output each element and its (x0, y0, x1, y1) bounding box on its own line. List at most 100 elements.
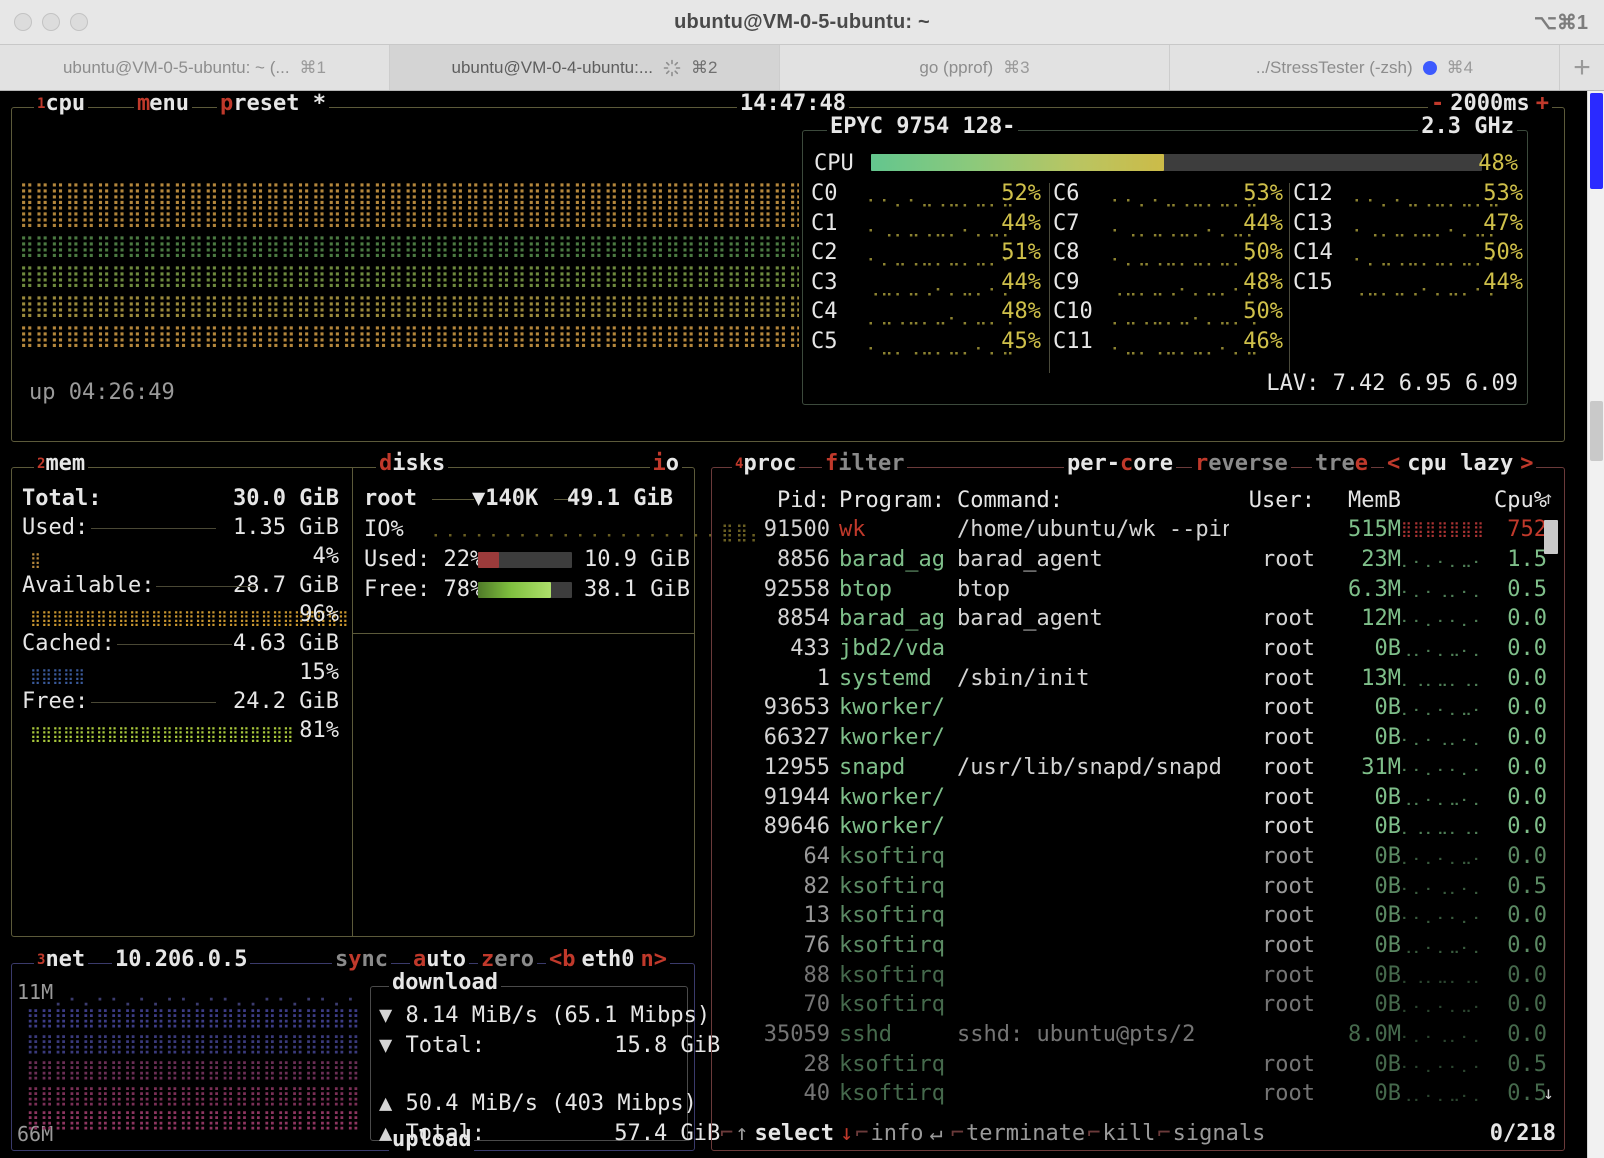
proc-user: root (1229, 606, 1325, 631)
status-up-arrow[interactable]: ↑ (735, 1121, 748, 1146)
proc-pid: 76 (727, 933, 839, 958)
net-zero-button[interactable]: zero (478, 949, 537, 971)
proc-table-row[interactable]: 88ksoftirqroot0B⡀⢀⡀⣀⡀⢀⡀0.0 (727, 960, 1551, 990)
proc-pid: 91944 (727, 785, 839, 810)
col-header-command[interactable]: Command: (957, 488, 1229, 513)
net-upload-total: ▲ Total: 57.4 GiB (379, 1123, 720, 1145)
cpu-menu-button[interactable]: menu (134, 93, 192, 115)
proc-table-row[interactable]: 40ksoftirqroot0B⢀⡀⠄⡀⣀⠄⡀0.5 (727, 1079, 1551, 1109)
proc-table-row[interactable]: 12955snapd/usr/lib/snapd/snapdroot31M⠄⠄⡀… (727, 753, 1551, 783)
disk-used-size: 10.9 GiB (584, 549, 690, 571)
proc-cpu-pct: 0.0 (1483, 785, 1551, 810)
proc-table-row[interactable]: 28ksoftirqroot0B⠄⠄⡀⠄⠄⡀⠄0.5 (727, 1049, 1551, 1079)
cpu-core-pct-c11: 46% (1243, 331, 1283, 353)
proc-sort-next[interactable]: > (1520, 453, 1533, 475)
interval-minus-button[interactable]: - (1431, 93, 1444, 115)
scroll-down-arrow-icon[interactable]: ↓ (1543, 1083, 1554, 1104)
proc-table-row[interactable]: 8856barad_agbarad_agentroot23M⡀⠄⡀⠄⡀⣀⠄1.5 (727, 545, 1551, 575)
proc-table-row[interactable]: 13ksoftirqroot0B⠄⠄⡀⠄⠄⡀⠄0.0 (727, 901, 1551, 931)
proc-tree-toggle[interactable]: tree (1312, 453, 1371, 475)
window-title: ubuntu@VM-0-5-ubuntu: ~ (0, 11, 1604, 34)
tab-1[interactable]: ubuntu@VM-0-5-ubuntu: ~ (... ⌘1 (0, 45, 390, 90)
net-box-title[interactable]: 3net (34, 949, 88, 971)
proc-reverse-toggle[interactable]: reverse (1192, 453, 1291, 475)
status-enter-arrow[interactable]: ↵ (929, 1121, 942, 1146)
new-tab-button[interactable]: + (1560, 45, 1604, 90)
proc-percore-toggle[interactable]: per-core (1064, 453, 1176, 475)
proc-table-row[interactable]: 1systemd/sbin/initroot13M⡀⢀⡀⣀⡀⢀⡀0.0 (727, 663, 1551, 693)
cpu-total-label: CPU (814, 153, 854, 175)
status-down-arrow[interactable]: ↓ (840, 1121, 853, 1146)
proc-table-row[interactable]: 8854barad_agbarad_agentroot12M⠄⠄⡀⠄⠄⡀⠄0.0 (727, 604, 1551, 634)
disks-box-title[interactable]: disks (376, 453, 448, 475)
status-kill-label[interactable]: kill (1102, 1121, 1155, 1146)
net-auto-button[interactable]: auto (410, 949, 469, 971)
col-header-pid[interactable]: Pid: (727, 488, 839, 513)
cpu-core-pct-c1: 44% (1001, 213, 1041, 235)
status-select-label[interactable]: select (755, 1121, 834, 1146)
proc-table-row[interactable]: 89646kworker/root0B⡀⢀⡀⣀⡀⢀⡀0.0 (727, 812, 1551, 842)
cpu-core-sparkline-c4: ⡀⣀⢀⣀⡀⣀⠄⡀⣀⡀⢀ (867, 308, 1015, 325)
proc-table-row[interactable]: 76ksoftirqroot0B⢀⡀⠄⡀⣀⠄⡀0.0 (727, 931, 1551, 961)
proc-table[interactable]: 91500wk/home/ubuntu/wk --pingbac515M⣿⣿⣿⣿… (727, 515, 1551, 1109)
proc-scrollbar-thumb[interactable] (1544, 520, 1558, 554)
col-header-cpu[interactable]: Cpu% (1483, 488, 1551, 513)
cpu-update-interval[interactable]: - 2000ms + (1428, 93, 1552, 115)
cpu-preset-button[interactable]: preset * (217, 93, 329, 115)
net-iface-prev[interactable]: <b (549, 949, 576, 971)
proc-sort-prev[interactable]: < (1387, 453, 1400, 475)
net-interface-selector[interactable]: <b eth0 n> (546, 949, 670, 971)
col-header-program[interactable]: Program: (839, 488, 957, 513)
mem-box-title[interactable]: 2mem (34, 453, 88, 475)
proc-table-row[interactable]: 66327kworker/root0B⠄⡀⠄⢀⡀⠄⡀0.0 (727, 723, 1551, 753)
status-info-label[interactable]: info (870, 1121, 923, 1146)
proc-program: ksoftirq (839, 933, 957, 958)
proc-pid: 40 (727, 1081, 839, 1106)
col-header-mem[interactable]: MemB (1325, 488, 1401, 513)
proc-table-row[interactable]: 91500wk/home/ubuntu/wk --pingbac515M⣿⣿⣿⣿… (727, 515, 1551, 545)
proc-table-row[interactable]: 93653kworker/root0B⡀⠄⡀⠄⡀⣀⠄0.0 (727, 693, 1551, 723)
proc-table-row[interactable]: 91944kworker/root0B⢀⡀⠄⡀⣀⠄⡀0.0 (727, 782, 1551, 812)
tab-4[interactable]: ../StressTester (-zsh) ⌘4 (1170, 45, 1560, 90)
proc-box-title[interactable]: 4proc (732, 453, 799, 475)
proc-sort-selector[interactable]: < cpu lazy > (1384, 453, 1536, 475)
page-scrollbar-thumb[interactable] (1590, 93, 1603, 189)
net-sync-button[interactable]: sync (332, 949, 391, 971)
net-iface-next[interactable]: n> (640, 949, 667, 971)
tab-2[interactable]: ubuntu@VM-0-4-ubuntu:... ⌘2 (390, 45, 780, 90)
tab-bar[interactable]: ubuntu@VM-0-5-ubuntu: ~ (... ⌘1 ubuntu@V… (0, 45, 1604, 91)
cpu-box: 1cpu menu preset * 14:47:48 - 2000ms + ⣿… (11, 107, 1565, 442)
cpu-core-pct-c7: 44% (1243, 213, 1283, 235)
proc-column-headers[interactable]: Pid: Program: Command: User: MemB Cpu% (727, 486, 1551, 516)
disk-mount-name: root (364, 488, 417, 510)
sort-direction-arrow-icon[interactable]: ↑ (1543, 488, 1554, 509)
proc-filter-button[interactable]: filter (822, 453, 907, 475)
proc-user: root (1229, 785, 1325, 810)
interval-plus-button[interactable]: + (1536, 93, 1549, 115)
proc-cpu-pct: 752 (1483, 517, 1551, 542)
proc-status-bar[interactable]: ⌐ ↑ select ↓ ⌐ info ↵ ⌐ terminate ⌐ kill… (720, 1121, 1265, 1146)
page-scrollbar-thumb-secondary[interactable] (1590, 401, 1603, 461)
proc-cpu-sparkline: ⠄⠄⡀⠄⠄⡀⠄ (1401, 908, 1483, 923)
col-header-user[interactable]: User: (1229, 488, 1325, 513)
proc-table-row[interactable]: 92558btopbtop6.3M⠄⡀⠄⢀⡀⠄⡀0.5 (727, 574, 1551, 604)
proc-mem: 0B (1325, 963, 1401, 988)
status-signals-label[interactable]: signals (1173, 1121, 1266, 1146)
tab-3[interactable]: go (pprof) ⌘3 (780, 45, 1170, 90)
proc-table-row[interactable]: 70ksoftirqroot0B⡀⠄⡀⠄⡀⣀⠄0.0 (727, 990, 1551, 1020)
page-scrollbar[interactable] (1587, 91, 1604, 1158)
mem-row-rule-2 (156, 586, 256, 587)
disks-io-toggle[interactable]: io (650, 453, 683, 475)
proc-table-row[interactable]: 433jbd2/vdaroot0B⢀⡀⠄⡀⣀⠄⡀0.0 (727, 634, 1551, 664)
proc-table-row[interactable]: 35059sshdsshd: ubuntu@pts/28.0M⠄⡀⠄⢀⡀⠄⡀0.… (727, 1020, 1551, 1050)
proc-user: root (1229, 1052, 1325, 1077)
proc-table-row[interactable]: 82ksoftirqroot0B⠄⡀⠄⢀⡀⠄⡀0.5 (727, 871, 1551, 901)
cpu-box-title[interactable]: 1cpu (34, 93, 88, 115)
cpu-graph-row-6: ⣿⣿⣿⣿⣿⣿⣿⣿⣿⣿⣿⣿⣿⣿⣿⣿⣿⣿⣿⣿⣿⣿⣿⣿⣿⣿⣿⣿⣿⣿⣿⣿⣿⣿⣿⣿⣿⣿⣿⣿… (19, 326, 799, 347)
proc-mem: 0B (1325, 695, 1401, 720)
proc-cpu-pct: 0.0 (1483, 844, 1551, 869)
proc-cpu-sparkline: ⢀⡀⠄⡀⣀⠄⡀ (1401, 938, 1483, 953)
status-terminate-label[interactable]: terminate (966, 1121, 1085, 1146)
proc-mem: 0B (1325, 992, 1401, 1017)
proc-table-row[interactable]: 64ksoftirqroot0B⡀⠄⡀⠄⡀⣀⠄0.0 (727, 842, 1551, 872)
